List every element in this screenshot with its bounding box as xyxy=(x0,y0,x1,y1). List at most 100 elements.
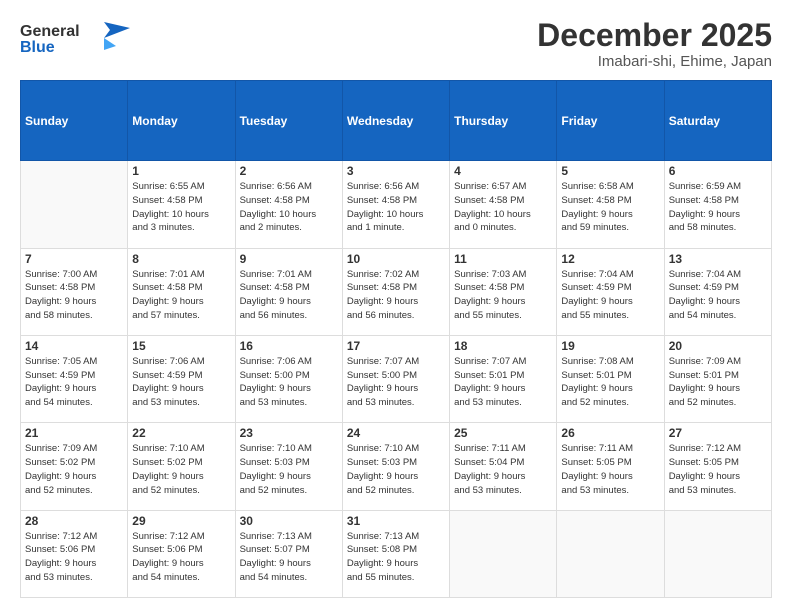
day-cell: 29Sunrise: 7:12 AMSunset: 5:06 PMDayligh… xyxy=(128,510,235,597)
day-number: 26 xyxy=(561,426,659,440)
day-number: 12 xyxy=(561,252,659,266)
day-info: Sunrise: 7:04 AMSunset: 4:59 PMDaylight:… xyxy=(561,268,659,323)
day-info: Sunrise: 7:10 AMSunset: 5:03 PMDaylight:… xyxy=(347,442,445,497)
day-cell xyxy=(557,510,664,597)
day-cell: 4 Sunrise: 6:57 AMSunset: 4:58 PMDaylight… xyxy=(450,161,557,248)
day-number: 3 xyxy=(347,164,445,178)
day-cell: 15 Sunrise: 7:06 AMSunset: 4:59 PMDayligh… xyxy=(128,335,235,422)
day-cell: 24 Sunrise: 7:10 AMSunset: 5:03 PMDayligh… xyxy=(342,423,449,510)
day-cell xyxy=(21,161,128,248)
day-info: Sunrise: 7:08 AMSunset: 5:01 PMDaylight:… xyxy=(561,355,659,410)
day-info: Sunrise: 6:56 AMSunset: 4:58 PMDaylight:… xyxy=(240,180,338,235)
day-info: Sunrise: 7:12 AMSunset: 5:06 PMDaylight:… xyxy=(132,530,230,585)
col-header-sunday: Sunday xyxy=(21,81,128,161)
day-info: Sunrise: 7:06 AMSunset: 5:00 PMDaylight:… xyxy=(240,355,338,410)
day-cell: 21 Sunrise: 7:09 AMSunset: 5:02 PMDayligh… xyxy=(21,423,128,510)
week-row-0: 1Sunrise: 6:55 AMSunset: 4:58 PMDaylight… xyxy=(21,161,772,248)
day-info: Sunrise: 7:02 AMSunset: 4:58 PMDaylight:… xyxy=(347,268,445,323)
col-header-tuesday: Tuesday xyxy=(235,81,342,161)
header: General Blue December 2025 Imabari-shi, … xyxy=(20,18,772,70)
day-cell: 26 Sunrise: 7:11 AMSunset: 5:05 PMDayligh… xyxy=(557,423,664,510)
day-info: Sunrise: 7:13 AMSunset: 5:08 PMDaylight:… xyxy=(347,530,445,585)
day-cell: 31Sunrise: 7:13 AMSunset: 5:08 PMDayligh… xyxy=(342,510,449,597)
day-cell: 14Sunrise: 7:05 AMSunset: 4:59 PMDayligh… xyxy=(21,335,128,422)
day-number: 4 xyxy=(454,164,552,178)
day-info: Sunrise: 6:58 AMSunset: 4:58 PMDaylight:… xyxy=(561,180,659,235)
day-number: 15 xyxy=(132,339,230,353)
logo-svg: General Blue xyxy=(20,18,130,62)
day-number: 16 xyxy=(240,339,338,353)
week-row-4: 28 Sunrise: 7:12 AMSunset: 5:06 PMDayligh… xyxy=(21,510,772,597)
day-cell: 17Sunrise: 7:07 AMSunset: 5:00 PMDayligh… xyxy=(342,335,449,422)
day-info: Sunrise: 7:12 AMSunset: 5:05 PMDaylight:… xyxy=(669,442,767,497)
day-info: Sunrise: 7:11 AMSunset: 5:05 PMDaylight:… xyxy=(561,442,659,497)
col-header-thursday: Thursday xyxy=(450,81,557,161)
month-title: December 2025 xyxy=(537,18,772,53)
title-block: December 2025 Imabari-shi, Ehime, Japan xyxy=(537,18,772,70)
day-cell: 10 Sunrise: 7:02 AMSunset: 4:58 PMDayligh… xyxy=(342,248,449,335)
day-cell: 22Sunrise: 7:10 AMSunset: 5:02 PMDayligh… xyxy=(128,423,235,510)
col-header-friday: Friday xyxy=(557,81,664,161)
day-number: 27 xyxy=(669,426,767,440)
day-info: Sunrise: 7:10 AMSunset: 5:03 PMDaylight:… xyxy=(240,442,338,497)
day-number: 1 xyxy=(132,164,230,178)
col-header-saturday: Saturday xyxy=(664,81,771,161)
day-number: 25 xyxy=(454,426,552,440)
day-info: Sunrise: 7:01 AMSunset: 4:58 PMDaylight:… xyxy=(132,268,230,323)
day-cell: 20 Sunrise: 7:09 AMSunset: 5:01 PMDayligh… xyxy=(664,335,771,422)
day-number: 9 xyxy=(240,252,338,266)
day-info: Sunrise: 7:04 AMSunset: 4:59 PMDaylight:… xyxy=(669,268,767,323)
day-cell: 16 Sunrise: 7:06 AMSunset: 5:00 PMDayligh… xyxy=(235,335,342,422)
svg-text:Blue: Blue xyxy=(20,39,55,56)
day-number: 18 xyxy=(454,339,552,353)
day-info: Sunrise: 7:06 AMSunset: 4:59 PMDaylight:… xyxy=(132,355,230,410)
day-info: Sunrise: 7:05 AMSunset: 4:59 PMDaylight:… xyxy=(25,355,123,410)
day-number: 23 xyxy=(240,426,338,440)
week-row-1: 7 Sunrise: 7:00 AMSunset: 4:58 PMDaylight… xyxy=(21,248,772,335)
day-info: Sunrise: 7:09 AMSunset: 5:01 PMDaylight:… xyxy=(669,355,767,410)
day-cell: 5 Sunrise: 6:58 AMSunset: 4:58 PMDaylight… xyxy=(557,161,664,248)
day-cell: 3 Sunrise: 6:56 AMSunset: 4:58 PMDaylight… xyxy=(342,161,449,248)
location: Imabari-shi, Ehime, Japan xyxy=(537,53,772,70)
day-info: Sunrise: 7:12 AMSunset: 5:06 PMDaylight:… xyxy=(25,530,123,585)
logo-text: General Blue xyxy=(20,18,130,67)
col-header-wednesday: Wednesday xyxy=(342,81,449,161)
day-number: 24 xyxy=(347,426,445,440)
day-cell: 12 Sunrise: 7:04 AMSunset: 4:59 PMDayligh… xyxy=(557,248,664,335)
day-info: Sunrise: 7:00 AMSunset: 4:58 PMDaylight:… xyxy=(25,268,123,323)
day-cell: 6Sunrise: 6:59 AMSunset: 4:58 PMDaylight… xyxy=(664,161,771,248)
day-info: Sunrise: 6:56 AMSunset: 4:58 PMDaylight:… xyxy=(347,180,445,235)
day-info: Sunrise: 7:09 AMSunset: 5:02 PMDaylight:… xyxy=(25,442,123,497)
calendar-header-row: SundayMondayTuesdayWednesdayThursdayFrid… xyxy=(21,81,772,161)
day-number: 11 xyxy=(454,252,552,266)
day-info: Sunrise: 6:57 AMSunset: 4:58 PMDaylight:… xyxy=(454,180,552,235)
day-number: 2 xyxy=(240,164,338,178)
day-cell xyxy=(664,510,771,597)
day-info: Sunrise: 7:07 AMSunset: 5:00 PMDaylight:… xyxy=(347,355,445,410)
day-number: 28 xyxy=(25,514,123,528)
day-cell: 8Sunrise: 7:01 AMSunset: 4:58 PMDaylight… xyxy=(128,248,235,335)
day-cell: 25 Sunrise: 7:11 AMSunset: 5:04 PMDayligh… xyxy=(450,423,557,510)
day-info: Sunrise: 7:10 AMSunset: 5:02 PMDaylight:… xyxy=(132,442,230,497)
day-cell: 23 Sunrise: 7:10 AMSunset: 5:03 PMDayligh… xyxy=(235,423,342,510)
day-number: 5 xyxy=(561,164,659,178)
day-info: Sunrise: 7:11 AMSunset: 5:04 PMDaylight:… xyxy=(454,442,552,497)
day-info: Sunrise: 7:07 AMSunset: 5:01 PMDaylight:… xyxy=(454,355,552,410)
day-cell: 9Sunrise: 7:01 AMSunset: 4:58 PMDaylight… xyxy=(235,248,342,335)
day-cell: 28 Sunrise: 7:12 AMSunset: 5:06 PMDayligh… xyxy=(21,510,128,597)
day-cell: 27 Sunrise: 7:12 AMSunset: 5:05 PMDayligh… xyxy=(664,423,771,510)
day-number: 20 xyxy=(669,339,767,353)
day-number: 10 xyxy=(347,252,445,266)
day-info: Sunrise: 6:59 AMSunset: 4:58 PMDaylight:… xyxy=(669,180,767,235)
day-number: 19 xyxy=(561,339,659,353)
col-header-monday: Monday xyxy=(128,81,235,161)
day-number: 7 xyxy=(25,252,123,266)
day-cell: 1Sunrise: 6:55 AMSunset: 4:58 PMDaylight… xyxy=(128,161,235,248)
week-row-2: 14Sunrise: 7:05 AMSunset: 4:59 PMDayligh… xyxy=(21,335,772,422)
day-cell xyxy=(450,510,557,597)
day-number: 21 xyxy=(25,426,123,440)
calendar-table: SundayMondayTuesdayWednesdayThursdayFrid… xyxy=(20,80,772,598)
day-cell: 18 Sunrise: 7:07 AMSunset: 5:01 PMDayligh… xyxy=(450,335,557,422)
logo: General Blue xyxy=(20,18,130,67)
day-cell: 13Sunrise: 7:04 AMSunset: 4:59 PMDayligh… xyxy=(664,248,771,335)
